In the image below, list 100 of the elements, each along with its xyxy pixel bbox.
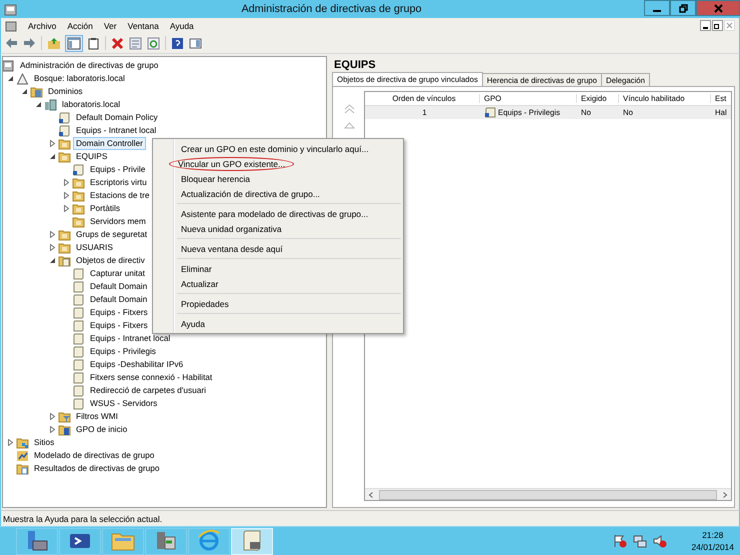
menu-item[interactable]: Acción (67, 20, 93, 30)
tree-item[interactable]: Portàtils (87, 202, 123, 215)
tree-item[interactable]: Dominios (45, 85, 86, 98)
folder-icon (58, 242, 71, 254)
close-icon (714, 4, 722, 12)
scroll-icon (72, 384, 85, 396)
collapse-icon[interactable] (21, 88, 28, 95)
menu-item[interactable]: Actualización de directiva de grupo... (177, 186, 324, 200)
tree-item[interactable]: Equips - Privile (87, 163, 148, 176)
menu-item[interactable]: Ayuda (177, 316, 209, 330)
menu-item[interactable]: Vincular un GPO existente... (169, 156, 294, 170)
tree-item[interactable]: Equips - Fitxers (87, 319, 151, 332)
menu-item[interactable]: Crear un GPO en este dominio y vincularlo aquí... (177, 142, 373, 156)
clipboard-icon[interactable] (87, 36, 100, 50)
clock-date[interactable]: 24/01/2014 (691, 541, 734, 553)
flag-icon[interactable] (613, 534, 628, 548)
expand-icon[interactable] (49, 244, 56, 251)
tree-item[interactable]: Filtros WMI (73, 410, 121, 423)
scroll-icon (58, 112, 71, 124)
delete-icon[interactable] (111, 36, 124, 50)
close-icon (726, 22, 733, 29)
tree-item[interactable]: Capturar unitat (87, 267, 148, 280)
tree-pane-icon[interactable] (66, 36, 82, 50)
action-pane-icon[interactable] (189, 36, 202, 50)
tree-item[interactable]: Modelado de directivas de grupo (31, 449, 158, 462)
menu-item[interactable]: Asistente para modelado de directivas de grupo... (177, 206, 372, 220)
scroll-right-icon[interactable] (721, 490, 729, 498)
tree-item[interactable]: Resultados de directivas de grupo (31, 462, 162, 475)
menu-item[interactable]: Ver (104, 20, 117, 30)
tree-item[interactable]: Objetos de directiv (73, 254, 148, 267)
expand-icon[interactable] (7, 439, 14, 446)
speaker-icon[interactable] (653, 534, 668, 548)
tree-item[interactable]: Bosque: laboratoris.local (31, 72, 128, 85)
menu-item[interactable]: Nueva unidad organizativa (177, 222, 286, 236)
tree-item[interactable]: Equips - Intranet local (87, 332, 174, 345)
help-icon[interactable] (171, 36, 184, 50)
console-icon (5, 20, 17, 32)
taskbar-button[interactable] (145, 528, 187, 554)
tree-item[interactable]: GPO de inicio (73, 423, 130, 436)
tree-item[interactable]: Equips -Deshabilitar IPv6 (87, 358, 186, 371)
tree-item[interactable]: WSUS - Servidors (87, 397, 160, 410)
tree-item[interactable]: Default Domain Policy (73, 111, 161, 124)
browser-icon (196, 529, 222, 553)
tree-item[interactable]: Domain Controller (73, 137, 146, 150)
menu-item[interactable]: Archivo (28, 20, 56, 30)
tree-item[interactable]: Escriptoris virtu (87, 176, 150, 189)
menu-item[interactable]: Propiedades (177, 296, 233, 310)
scroll-icon (484, 107, 496, 118)
folder-up-icon[interactable] (47, 36, 61, 50)
horizontal-scrollbar[interactable] (365, 488, 731, 500)
expand-icon[interactable] (49, 413, 56, 420)
folder-icon (58, 410, 71, 422)
collapse-icon[interactable] (35, 101, 42, 108)
chart-icon (16, 450, 29, 462)
scroll-left-icon[interactable] (367, 490, 375, 498)
tree-item[interactable]: Default Domain (87, 293, 150, 306)
restore-button[interactable] (670, 0, 696, 16)
tree-item[interactable]: Equips - Intranet local (73, 124, 160, 137)
taskbar-button[interactable] (16, 528, 58, 554)
restore-button[interactable] (712, 20, 723, 31)
tree-item[interactable]: Administración de directivas de grupo (17, 59, 162, 72)
taskbar-button[interactable] (59, 528, 101, 554)
tree-item[interactable]: Servidors mem (87, 215, 149, 228)
properties-icon[interactable] (129, 36, 142, 50)
folder-icon (72, 190, 85, 202)
close-button[interactable] (696, 0, 740, 16)
clock-time[interactable]: 21:28 (702, 529, 724, 541)
expand-icon[interactable] (49, 426, 56, 433)
menu-item[interactable]: Ayuda (170, 20, 194, 30)
expand-icon[interactable] (63, 192, 70, 199)
forward-icon[interactable] (23, 37, 36, 49)
back-icon[interactable] (5, 37, 18, 49)
expand-icon[interactable] (63, 205, 70, 212)
folder-icon (30, 86, 43, 98)
expand-icon[interactable] (49, 231, 56, 238)
tree-item[interactable]: Fitxers sense connexió - Habilitat (87, 371, 216, 384)
expand-icon[interactable] (63, 179, 70, 186)
tree-item[interactable]: Equips - Fitxers (87, 306, 151, 319)
tree-item[interactable]: laboratoris.local (59, 98, 124, 111)
menu-item[interactable]: Nueva ventana desde aquí (177, 242, 287, 256)
tree-item[interactable]: Sitios (31, 436, 58, 449)
refresh-icon[interactable] (147, 36, 160, 50)
collapse-icon[interactable] (49, 257, 56, 264)
tree-item[interactable]: Grups de seguretat (73, 228, 150, 241)
menu-item[interactable]: Ventana (128, 20, 159, 30)
tree-item[interactable]: Redirecció de carpetes d'usuari (87, 384, 209, 397)
folder-icon (16, 436, 29, 448)
tree-item[interactable]: EQUIPS (73, 150, 110, 163)
minimize-button[interactable] (644, 0, 670, 16)
tree-item[interactable]: USUARIS (73, 241, 116, 254)
collapse-icon[interactable] (49, 153, 56, 160)
menu-item[interactable]: Bloquear herencia (177, 172, 254, 186)
tree-item[interactable]: Default Domain (87, 280, 150, 293)
tree-item[interactable]: Estacions de tre (87, 189, 152, 202)
minimize-button[interactable] (700, 20, 711, 31)
menu-item[interactable]: Eliminar (177, 262, 216, 276)
menu-item[interactable]: Actualizar (177, 276, 222, 290)
tree-item[interactable]: Equips - Privilegis (87, 345, 159, 358)
expand-icon[interactable] (49, 140, 56, 147)
collapse-icon[interactable] (7, 75, 14, 82)
